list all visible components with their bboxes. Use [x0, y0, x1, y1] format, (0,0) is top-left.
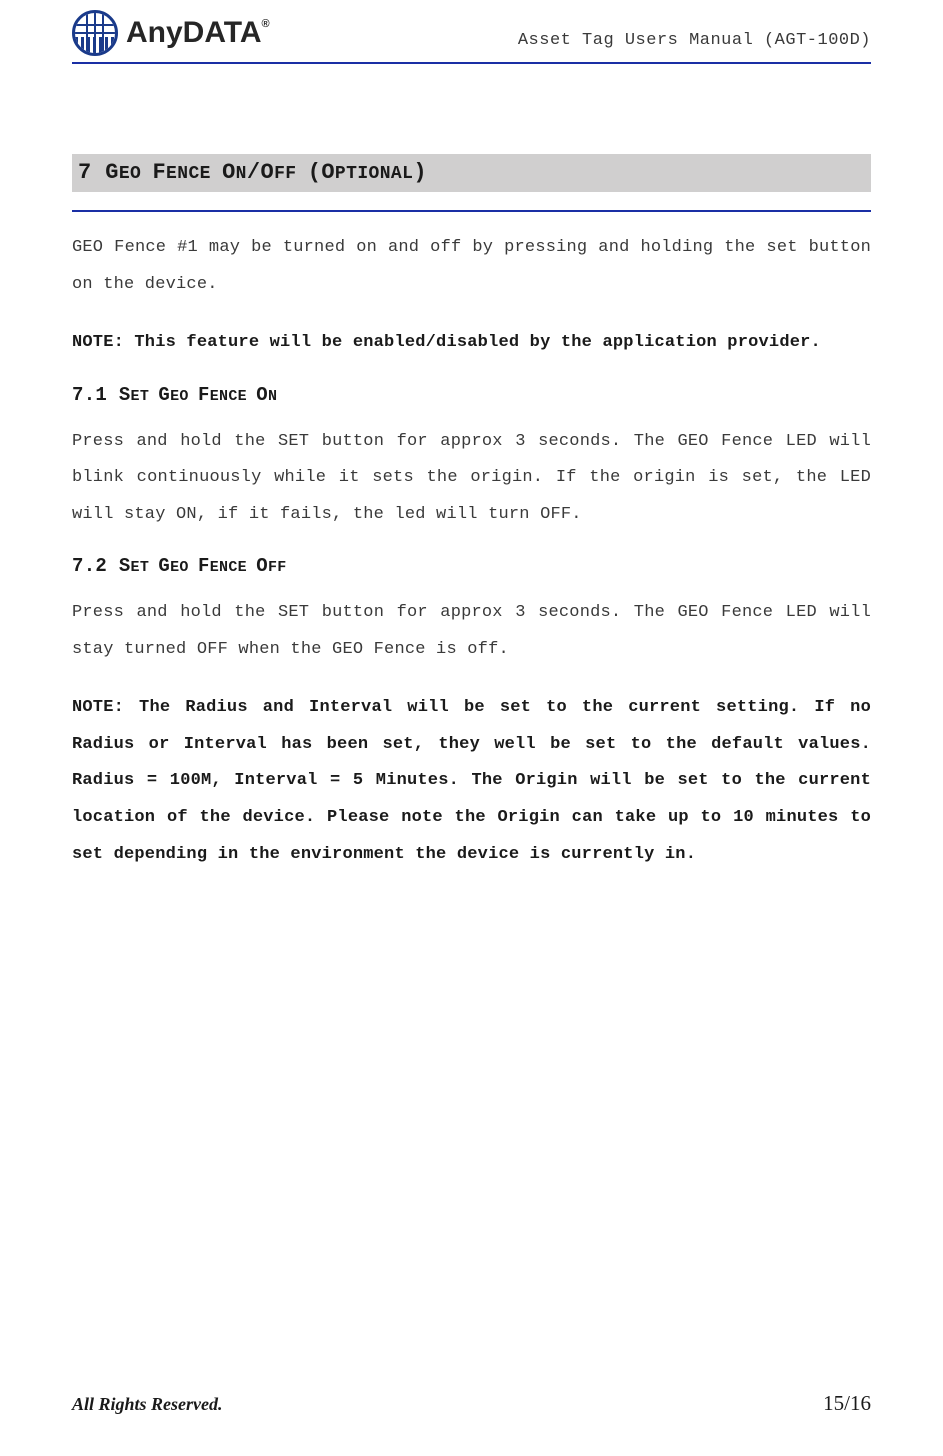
section-title-part: ( — [308, 160, 322, 185]
brand-logo-block: AnyDATA® — [72, 10, 270, 56]
subsection-number: 7.2 — [72, 555, 119, 577]
section-title-part: O — [222, 160, 236, 185]
section-title-part: ) — [413, 160, 427, 185]
subsection-title-part: S — [119, 555, 131, 577]
page-footer: All Rights Reserved. 15/16 — [72, 1391, 871, 1416]
subsection-title-part: G — [158, 555, 170, 577]
note-paragraph: NOTE: This feature will be enabled/disab… — [72, 325, 871, 362]
subsection-heading-7-2: 7.2 SET GEO FENCE OFF — [72, 555, 871, 577]
subsection-heading-7-1: 7.1 SET GEO FENCE ON — [72, 384, 871, 406]
brand-name: AnyDATA® — [126, 16, 270, 50]
page-header: AnyDATA® Asset Tag Users Manual (AGT-100… — [72, 0, 871, 62]
section-title-part: PTIONAL — [335, 164, 413, 184]
subsection-title-part: N — [268, 388, 277, 405]
subsection-title-part: G — [158, 384, 170, 406]
section-title-part: F — [152, 160, 166, 185]
globe-icon — [72, 10, 118, 56]
brand-text: AnyDATA — [126, 16, 262, 49]
subsection-title-part: O — [256, 384, 268, 406]
paragraph-7-2: Press and hold the SET button for approx… — [72, 595, 871, 668]
section-title-part: G — [105, 160, 119, 185]
subsection-title-part: EO — [170, 388, 198, 405]
subsection-title-part: FF — [268, 559, 287, 576]
section-title-part: FF — [274, 164, 308, 184]
paragraph-7-1: Press and hold the SET button for approx… — [72, 424, 871, 534]
subsection-title-part: F — [198, 384, 210, 406]
note-paragraph-2: NOTE: The Radius and Interval will be se… — [72, 690, 871, 873]
subsection-title-part: ET — [131, 559, 159, 576]
subsection-title-part: O — [256, 555, 268, 577]
subsection-title-part: ENCE — [210, 388, 257, 405]
section-title-part: / — [247, 160, 261, 185]
section-title-part: EO — [119, 164, 153, 184]
section-divider — [72, 210, 871, 212]
intro-paragraph: GEO Fence #1 may be turned on and off by… — [72, 230, 871, 303]
subsection-title-part: ENCE — [210, 559, 257, 576]
subsection-title-part: F — [198, 555, 210, 577]
document-title: Asset Tag Users Manual (AGT-100D) — [518, 17, 871, 50]
section-title-part: N — [236, 164, 247, 184]
section-heading-bar: 7 GEO FENCE ON/OFF (OPTIONAL) — [72, 154, 871, 192]
section-title-part: O — [321, 160, 335, 185]
footer-page-number: 15/16 — [823, 1391, 871, 1416]
footer-rights: All Rights Reserved. — [72, 1394, 223, 1415]
section-title-part: ENCE — [166, 164, 222, 184]
subsection-title-part: ET — [131, 388, 159, 405]
subsection-title-part: S — [119, 384, 131, 406]
page: AnyDATA® Asset Tag Users Manual (AGT-100… — [0, 0, 943, 1456]
header-divider — [72, 62, 871, 64]
registered-mark: ® — [262, 18, 270, 30]
subsection-title-part: EO — [170, 559, 198, 576]
section-title-part: O — [260, 160, 274, 185]
section-number: 7 — [78, 160, 92, 185]
subsection-number: 7.1 — [72, 384, 107, 406]
